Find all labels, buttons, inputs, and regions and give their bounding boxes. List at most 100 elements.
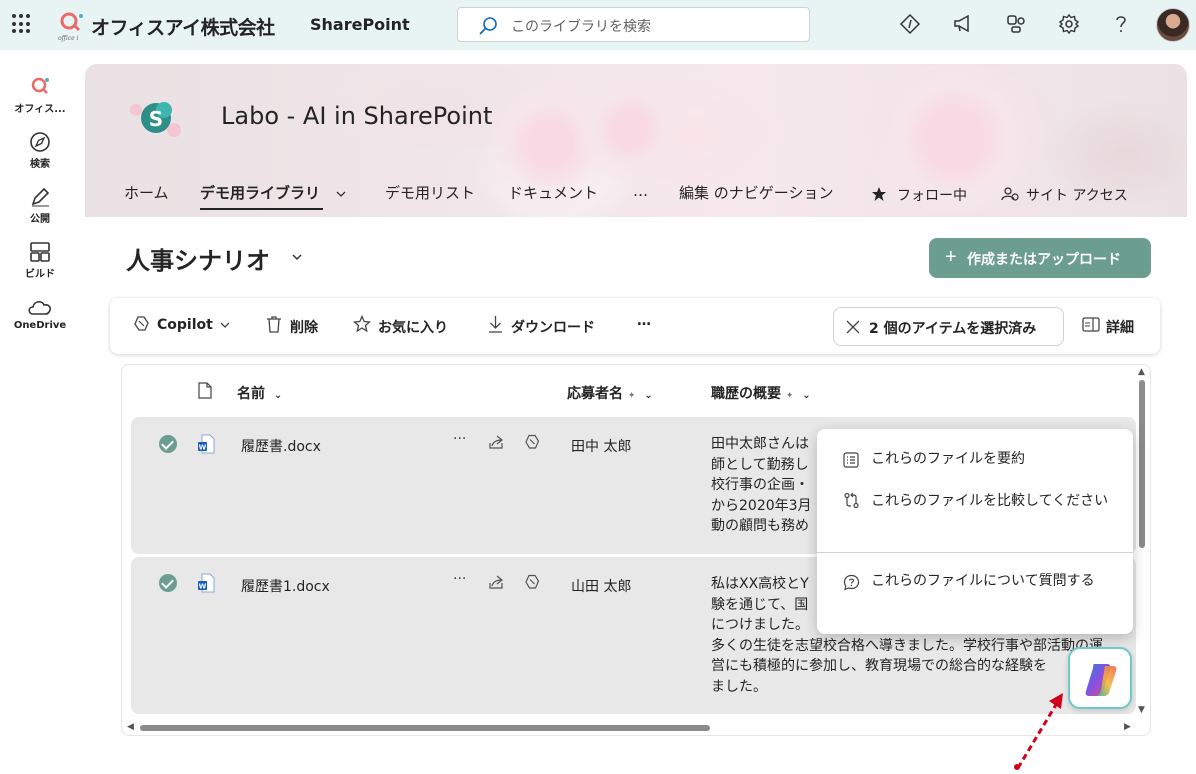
favorite-command[interactable]: お気に入り [353,315,448,337]
details-command[interactable]: 詳細 [1082,317,1134,337]
rail-label: 検索 [30,159,50,170]
org-name[interactable]: オフィスアイ株式会社 [91,13,275,40]
app-launcher-icon[interactable] [12,14,32,34]
nav-home[interactable]: ホーム [124,182,169,203]
svg-text:S: S [149,107,163,131]
file-name[interactable]: 履歴書1.docx [241,576,330,596]
create-upload-button[interactable]: + 作成またはアップロード [929,238,1151,278]
menu-separator [817,552,1133,553]
copilot-label: Copilot [157,317,213,333]
download-label: ダウンロード [511,320,595,336]
megaphone-icon[interactable] [951,12,975,36]
rail-item-publish[interactable]: 公開 [0,186,80,225]
share-icon[interactable] [488,574,504,590]
left-rail: オフィス... 検索 公開 ビルド OneDrive [0,50,80,774]
search-icon [479,17,497,35]
app-name[interactable]: SharePoint [310,15,410,34]
copilot-menu: これらのファイルを要約 これらのファイルを比較してください これらのファイルにつ… [817,429,1133,634]
nav-active-underline [200,208,323,210]
column-header-applicant[interactable]: 応募者名 ✦ ⌄ [567,383,653,403]
scroll-up-arrow[interactable]: ▲ [1138,367,1145,377]
nav-documents[interactable]: ドキュメント [508,182,598,203]
scroll-right-arrow[interactable]: ▶ [1124,722,1131,732]
rail-item-build[interactable]: ビルド [0,241,80,280]
rail-item-search[interactable]: 検索 [0,131,80,170]
copilot-fab-button[interactable] [1068,647,1132,709]
scroll-down-arrow[interactable]: ▼ [1138,705,1145,715]
feedback-icon[interactable] [1004,12,1028,36]
command-bar: Copilot 削除 お気に入り ダウンロード … 2 個のアイテムを選択済み … [110,298,1160,354]
applicant-name: 山田 太郎 [571,579,632,595]
column-career-label: 職歴の概要 [711,386,781,402]
settings-gear-icon[interactable] [1057,12,1081,36]
rail-label: ビルド [25,269,55,280]
library-title[interactable]: 人事シナリオ [126,241,270,276]
row-checked-icon[interactable] [159,435,177,453]
nav-demo-library[interactable]: デモ用ライブラリ [200,182,320,203]
site-access-people-icon [1001,187,1019,201]
site-logo-icon[interactable]: S [128,96,184,140]
site-header: S Labo - AI in SharePoint ホーム デモ用ライブラリ デ… [85,64,1187,217]
nav-edit-navigation[interactable]: 編集 のナビゲーション [679,182,833,203]
help-question-icon[interactable] [1109,12,1133,36]
copilot-logo-icon [1085,664,1117,696]
column-header-name[interactable]: 名前 ⌄ [237,383,282,403]
delete-label: 削除 [290,320,318,336]
chevron-down-icon: ⌄ [273,390,283,401]
menu-item-ask[interactable]: これらのファイルについて質問する [871,571,1111,592]
selected-count-label: 2 個のアイテムを選択済み [869,321,1037,337]
follow-button[interactable]: フォロー中 [897,185,967,205]
svg-text:W: W [199,583,207,591]
nav-demo-list[interactable]: デモ用リスト [385,182,475,203]
plus-icon: + [945,246,957,268]
column-name-label: 名前 [237,386,265,402]
star-filled-icon [872,187,886,201]
scroll-left-arrow[interactable]: ◀ [127,722,134,732]
rail-label: 公開 [30,214,50,225]
row-checked-icon[interactable] [159,574,177,592]
file-name[interactable]: 履歴書.docx [241,436,321,456]
column-applicant-label: 応募者名 [567,386,623,402]
user-avatar[interactable] [1156,8,1190,42]
row-more-icon[interactable]: ··· [453,431,466,447]
row-more-icon[interactable]: ··· [453,571,466,587]
chevron-down-icon[interactable] [290,250,304,264]
suite-bar: office i オフィスアイ株式会社 SharePoint このライブラリを検… [0,0,1196,50]
chevron-down-icon: ⌄ [802,390,811,401]
pen-icon [31,187,50,207]
menu-item-compare[interactable]: これらのファイルを比較してください [871,491,1111,512]
site-title[interactable]: Labo - AI in SharePoint [221,102,492,130]
delete-command[interactable]: 削除 [265,316,318,337]
download-icon [489,316,502,333]
vertical-scrollbar[interactable] [1139,380,1145,548]
download-command[interactable]: ダウンロード [487,316,595,337]
share-icon[interactable] [488,434,504,450]
office-i-logo[interactable]: office i [57,10,87,42]
column-header-career[interactable]: 職歴の概要 ✦ ⌄ [711,383,811,403]
rail-item-office[interactable]: オフィス... [0,76,80,115]
rail-item-onedrive[interactable]: OneDrive [0,296,80,331]
summary-list-icon [843,452,859,468]
selection-pill[interactable]: 2 個のアイテムを選択済み [833,307,1064,346]
rail-label: OneDrive [13,320,67,331]
nav-more[interactable]: … [633,182,648,200]
compare-arrows-icon [844,492,859,509]
copilot-outline-icon[interactable] [524,574,540,590]
details-label: 詳細 [1106,320,1134,336]
chevron-down-icon[interactable] [335,188,347,200]
search-box[interactable]: このライブラリを検索 [457,7,810,42]
more-command[interactable]: … [637,313,651,329]
menu-item-summarize[interactable]: これらのファイルを要約 [871,449,1111,470]
copilot-command[interactable]: Copilot [133,316,230,333]
favorite-label: お気に入り [378,320,448,336]
site-access-button[interactable]: サイト アクセス [1026,185,1128,205]
close-icon[interactable] [846,320,860,334]
copilot-outline-icon[interactable] [524,434,540,450]
chevron-down-icon [220,322,230,328]
horizontal-scrollbar[interactable] [140,725,710,731]
star-outline-icon [353,315,371,333]
sparkle-icon: ✦ [785,391,794,401]
office-i-logo-icon [31,77,49,94]
code-diamond-icon[interactable] [898,12,922,36]
file-type-header-icon[interactable] [198,382,212,399]
